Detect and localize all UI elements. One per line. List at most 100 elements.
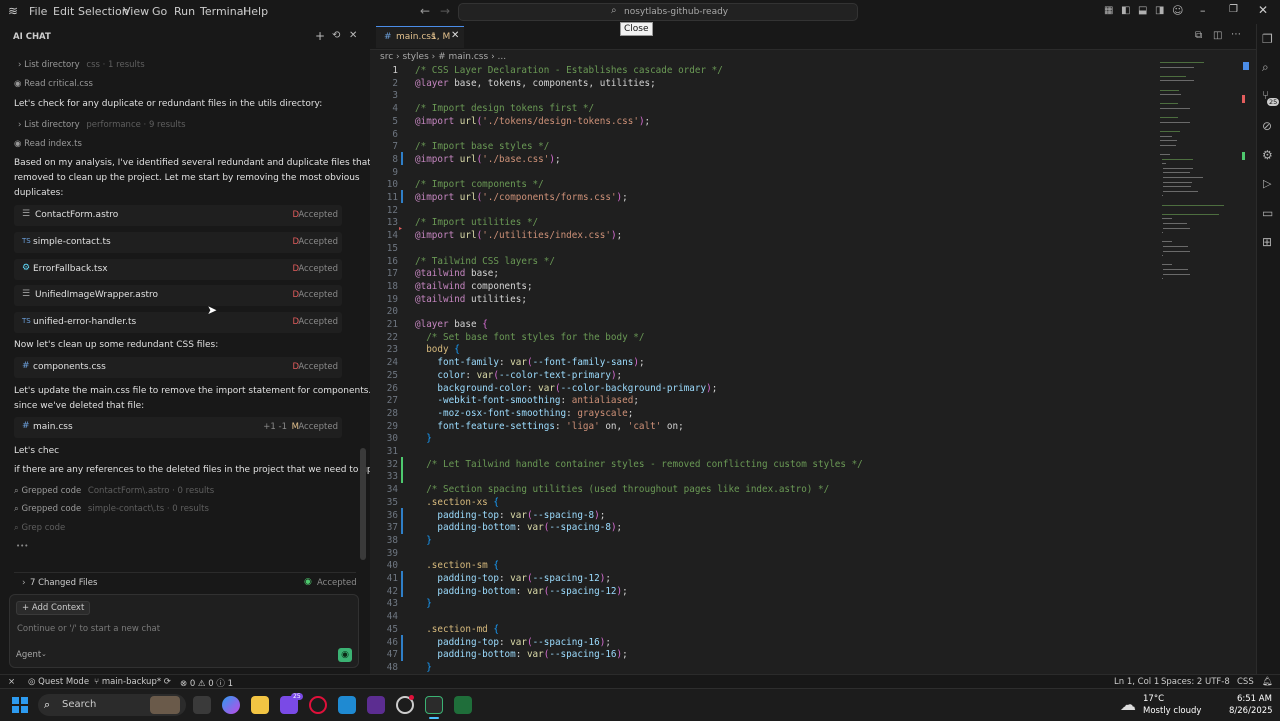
minimize-icon[interactable]: – <box>1200 4 1206 17</box>
code-line[interactable]: 36 padding-top: var(--spacing-8); <box>370 510 1170 523</box>
code-line[interactable]: 15 <box>370 243 1170 256</box>
code-line[interactable]: 45 .section-md { <box>370 624 1170 637</box>
code-line[interactable]: 46 padding-top: var(--spacing-16); <box>370 637 1170 650</box>
forward-arrow-icon[interactable]: → <box>440 4 450 18</box>
code-line[interactable]: 41 padding-top: var(--spacing-12); <box>370 573 1170 586</box>
breadcrumb-item[interactable]: styles <box>402 52 428 62</box>
code-line[interactable]: 40 .section-sm { <box>370 560 1170 573</box>
explorer-icon[interactable]: ❐ <box>1262 32 1273 46</box>
code-line[interactable]: 42 padding-bottom: var(--spacing-12); <box>370 586 1170 599</box>
toggle-panel-icon[interactable]: ⬓ <box>1138 5 1147 16</box>
code-line[interactable]: 9 <box>370 167 1170 180</box>
remote-indicator-icon[interactable]: ⨯ <box>8 677 15 687</box>
toggle-primary-sidebar-icon[interactable]: ◧ <box>1121 5 1130 16</box>
code-line[interactable]: 33 <box>370 471 1170 484</box>
code-line[interactable]: 26 background-color: var(--color-backgro… <box>370 383 1170 396</box>
vscode-insiders-icon[interactable] <box>338 696 356 714</box>
code-line[interactable]: 17 @tailwind base; <box>370 268 1170 281</box>
menu-run[interactable]: Run <box>174 5 195 18</box>
quest-mode-status[interactable]: ◎ Quest Mode <box>28 677 89 687</box>
settings-sync-icon[interactable]: ⚙ <box>1262 148 1273 162</box>
chat-input[interactable]: Continue or '/' to start a new chat <box>17 624 160 634</box>
file-change-card[interactable]: TS unified-error-handler.ts D Accepted <box>14 312 342 333</box>
menu-file[interactable]: File <box>29 5 47 18</box>
menu-view[interactable]: View <box>123 5 149 18</box>
code-line[interactable]: 48 } <box>370 662 1170 675</box>
file-change-card[interactable]: # components.css D Accepted <box>14 357 342 378</box>
breadcrumb-item[interactable]: # main.css <box>438 52 488 62</box>
history-icon[interactable]: ⟲ <box>332 30 340 41</box>
close-window-icon[interactable]: ✕ <box>1258 3 1268 17</box>
file-change-card[interactable]: ⚙ ErrorFallback.tsx D Accepted <box>14 259 342 280</box>
code-line[interactable]: 31 <box>370 446 1170 459</box>
code-line[interactable]: 2 @layer base, tokens, components, utilit… <box>370 78 1170 91</box>
opera-icon[interactable] <box>309 696 327 714</box>
code-line[interactable]: 18 @tailwind components; <box>370 281 1170 294</box>
code-line[interactable]: 35 .section-xs { <box>370 497 1170 510</box>
code-line[interactable]: 39 <box>370 548 1170 561</box>
run-debug-icon[interactable]: ▷ <box>1263 177 1271 190</box>
code-line[interactable]: 47 padding-bottom: var(--spacing-16); <box>370 649 1170 662</box>
code-line[interactable]: 28 -moz-osx-font-smoothing: grayscale; <box>370 408 1170 421</box>
code-line[interactable]: 34 /* Section spacing utilities (used th… <box>370 484 1170 497</box>
code-line[interactable]: 29 font-feature-settings: 'liga' on, 'ca… <box>370 421 1170 434</box>
search-icon[interactable]: ⌕ <box>1262 60 1269 75</box>
code-line[interactable]: 10 /* Import components */ <box>370 179 1170 192</box>
notifications-icon[interactable]: 🔔︎ <box>1262 677 1273 687</box>
menu-terminal[interactable]: Terminal <box>200 5 247 18</box>
code-line[interactable]: 23 body { <box>370 344 1170 357</box>
open-changes-icon[interactable]: ⧉ <box>1195 30 1202 41</box>
clock-date[interactable]: 8/26/2025 <box>1229 706 1273 716</box>
tool-read-index[interactable]: ◉ Read index.ts <box>14 139 82 149</box>
code-line[interactable]: 25 color: var(--color-text-primary); <box>370 370 1170 383</box>
changed-files-bar[interactable]: › 7 Changed Files ◉ Accepted <box>14 572 357 593</box>
start-button-icon[interactable] <box>12 697 28 713</box>
tool-grep[interactable]: ⌕ Grepped code simple-contact\.ts · 0 re… <box>14 504 209 514</box>
indentation-status[interactable]: Spaces: 2 <box>1161 677 1202 687</box>
code-line[interactable]: 14 @import url('./utilities/index.css'); <box>370 230 1170 243</box>
file-change-card[interactable]: ☰ UnifiedImageWrapper.astro D Accepted <box>14 285 342 306</box>
code-line[interactable]: 1 /* CSS Layer Declaration - Establishes … <box>370 65 1170 78</box>
agent-mode-select[interactable]: Agent <box>16 650 41 660</box>
breadcrumb-item[interactable]: ... <box>498 52 507 62</box>
task-view-icon[interactable] <box>193 696 211 714</box>
code-line[interactable]: 43 } <box>370 598 1170 611</box>
layout-icon[interactable]: ▦ <box>1104 5 1113 16</box>
account-icon[interactable]: ☺ <box>1172 4 1183 17</box>
remote-explorer-icon[interactable]: ▭ <box>1262 206 1273 220</box>
close-tab-icon[interactable]: ✕ <box>451 30 459 41</box>
new-chat-icon[interactable]: + <box>315 29 325 43</box>
taskbar-search-box[interactable]: ⌕ Search <box>38 694 186 716</box>
tool-grep[interactable]: ⌕ Grepped code ContactForm\.astro · 0 re… <box>14 486 214 496</box>
code-line[interactable]: 37 padding-bottom: var(--spacing-8); <box>370 522 1170 535</box>
close-chat-icon[interactable]: ✕ <box>349 30 357 41</box>
minimap[interactable] <box>1160 62 1248 292</box>
remote-icon[interactable]: ⊘ <box>1262 119 1272 133</box>
tool-list-directory[interactable]: › List directory performance · 9 results <box>18 120 186 130</box>
clock-time[interactable]: 6:51 AM <box>1237 694 1272 704</box>
code-line[interactable]: 44 <box>370 611 1170 624</box>
code-line[interactable]: 4 /* Import design tokens first */ <box>370 103 1170 116</box>
tool-grep[interactable]: ⌕ Grep code <box>14 523 65 533</box>
code-line[interactable]: 30 } <box>370 433 1170 446</box>
code-line[interactable]: 27 -webkit-font-smoothing: antialiased; <box>370 395 1170 408</box>
chat-scrollbar[interactable] <box>360 448 366 560</box>
terminal-app-icon[interactable] <box>454 696 472 714</box>
branch-status[interactable]: ⑂ main-backup* ⟳ <box>94 677 171 687</box>
code-line[interactable]: 8 @import url('./base.css'); <box>370 154 1170 167</box>
code-line[interactable]: 21 @layer base { <box>370 319 1170 332</box>
copilot-icon[interactable] <box>222 696 240 714</box>
menu-help[interactable]: Help <box>243 5 268 18</box>
toggle-secondary-sidebar-icon[interactable]: ◨ <box>1155 5 1164 16</box>
encoding-status[interactable]: UTF-8 <box>1205 677 1230 687</box>
breadcrumb-item[interactable]: src <box>380 52 393 62</box>
code-line[interactable]: 16 /* Tailwind CSS layers */ <box>370 256 1170 269</box>
tool-list-directory[interactable]: › List directory css · 1 results <box>18 60 145 70</box>
code-line[interactable]: 3 <box>370 90 1170 103</box>
code-line[interactable]: 38 } <box>370 535 1170 548</box>
code-line[interactable]: 7 /* Import base styles */ <box>370 141 1170 154</box>
back-arrow-icon[interactable]: ← <box>420 4 430 18</box>
menu-go[interactable]: Go <box>152 5 167 18</box>
file-explorer-icon[interactable] <box>251 696 269 714</box>
menu-selection[interactable]: Selection <box>78 5 129 18</box>
